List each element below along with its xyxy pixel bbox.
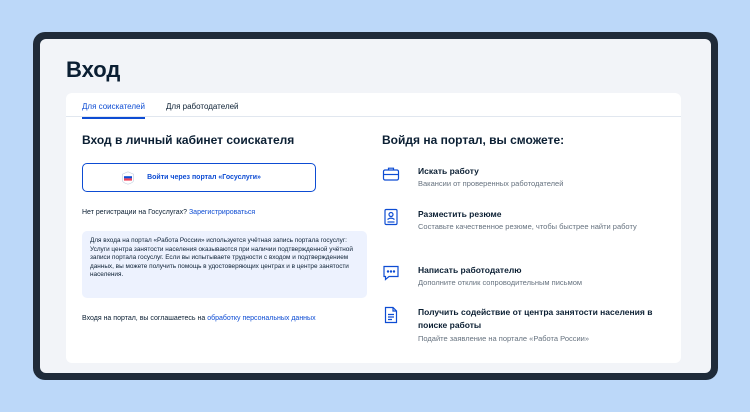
gosuslugi-button-label: Войти через портал «Госуслуги» (147, 174, 261, 181)
no-registration-text: Нет регистрации на Госуслугах? Зарегистр… (82, 209, 255, 216)
feature-desc: Подайте заявление на портале «Работа Рос… (418, 334, 590, 343)
gosuslugi-logo-icon (122, 171, 134, 185)
screen: Вход Для соискателей Для работодателей В… (40, 39, 711, 373)
agreement-text: Входя на портал, вы соглашаетесь на обра… (82, 315, 316, 322)
feature-desc: Составьте качественное резюме, чтобы быс… (418, 222, 637, 231)
features-heading: Войдя на портал, вы сможете: (382, 133, 565, 147)
feature-desc: Дополните отклик сопроводительным письмо… (418, 278, 583, 287)
tab-bar: Для соискателей Для работодателей (66, 93, 681, 119)
feature-title: Получить содействие от центра занятости … (418, 307, 653, 330)
feature-title: Разместить резюме (418, 209, 502, 219)
device-frame: Вход Для соискателей Для работодателей В… (33, 32, 718, 380)
page-title: Вход (66, 57, 121, 82)
tab-job-seekers[interactable]: Для соискателей (82, 102, 145, 119)
info-box: Для входа на портал «Работа России» испо… (82, 231, 367, 298)
login-heading: Вход в личный кабинет соискателя (82, 133, 295, 147)
no-registration-label: Нет регистрации на Госуслугах? (82, 209, 187, 216)
message-icon (383, 265, 399, 281)
resume-icon (384, 208, 398, 226)
feature-title: Искать работу (418, 166, 479, 176)
agreement-label: Входя на портал, вы соглашаетесь на (82, 315, 206, 322)
login-card: Для соискателей Для работодателей Вход в… (66, 93, 681, 363)
gosuslugi-login-button[interactable]: Войти через портал «Госуслуги» (82, 163, 316, 192)
register-link[interactable]: Зарегистрироваться (189, 209, 255, 216)
feature-desc: Вакансии от проверенных работодателей (418, 179, 564, 188)
feature-title: Написать работодателю (418, 265, 522, 275)
personal-data-link[interactable]: обработку персональных данных (207, 315, 315, 322)
tab-employers[interactable]: Для работодателей (166, 102, 239, 117)
document-icon (384, 306, 398, 324)
briefcase-icon (382, 167, 400, 181)
